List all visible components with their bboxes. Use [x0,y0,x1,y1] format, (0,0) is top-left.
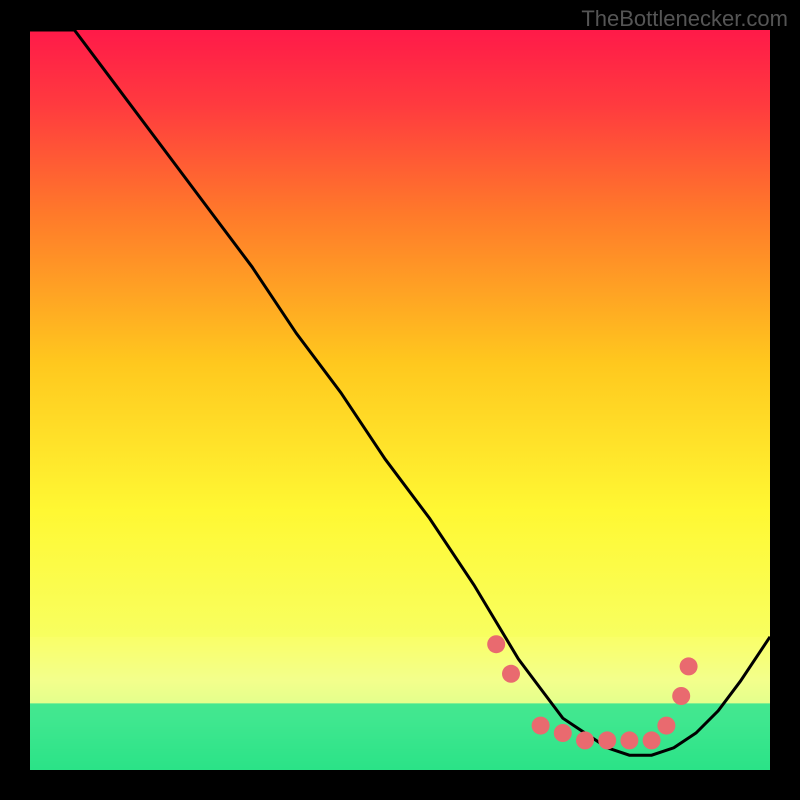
chart-svg [30,30,770,770]
marker-dot [576,731,594,749]
watermark-text: TheBottlenecker.com [581,6,788,32]
marker-dot [672,687,690,705]
marker-dot [554,724,572,742]
marker-dot [620,731,638,749]
marker-dot [657,717,675,735]
plot-area [30,30,770,770]
marker-dot [598,731,616,749]
marker-dot [502,665,520,683]
color-bands [30,637,770,770]
chart-container: TheBottlenecker.com [0,0,800,800]
marker-dot [643,731,661,749]
marker-dot [680,657,698,675]
marker-dot [532,717,550,735]
marker-dot [487,635,505,653]
